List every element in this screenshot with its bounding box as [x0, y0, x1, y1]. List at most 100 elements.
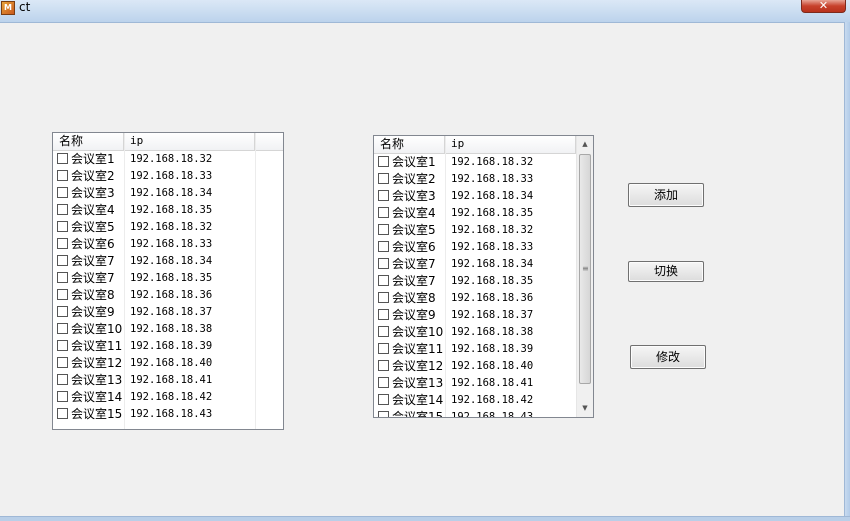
row-name-cell: 会议室12	[374, 357, 445, 374]
row-name-cell: 会议室14	[53, 388, 124, 405]
row-checkbox[interactable]	[57, 357, 68, 368]
row-checkbox[interactable]	[378, 309, 389, 320]
column-header-name[interactable]: 名称	[53, 133, 124, 150]
row-name-cell: 会议室9	[374, 306, 445, 323]
row-name: 会议室10	[392, 325, 444, 339]
scrollbar-thumb[interactable]: ≡	[579, 154, 591, 384]
table-row[interactable]: 会议室11 192.168.18.39	[53, 337, 255, 354]
table-row[interactable]: 会议室11 192.168.18.39	[374, 340, 576, 357]
table-row[interactable]: 会议室12 192.168.18.40	[53, 354, 255, 371]
row-checkbox[interactable]	[378, 275, 389, 286]
row-checkbox[interactable]	[378, 394, 389, 405]
row-checkbox[interactable]	[57, 170, 68, 181]
table-row[interactable]: 会议室15 192.168.18.43	[374, 408, 576, 417]
row-checkbox[interactable]	[57, 306, 68, 317]
table-row[interactable]: 会议室14 192.168.18.42	[374, 391, 576, 408]
table-row[interactable]: 会议室13 192.168.18.41	[374, 374, 576, 391]
row-checkbox[interactable]	[378, 241, 389, 252]
table-row[interactable]: 会议室8 192.168.18.36	[53, 286, 255, 303]
row-checkbox[interactable]	[57, 289, 68, 300]
column-header-filler	[255, 133, 283, 150]
table-row[interactable]: 会议室7 192.168.18.35	[374, 272, 576, 289]
device-list-right[interactable]: 名称 ip 会议室1 192.168.18.32 会议室2 192.168.18.33…	[373, 135, 594, 418]
table-row[interactable]: 会议室8 192.168.18.36	[374, 289, 576, 306]
row-checkbox[interactable]	[378, 207, 389, 218]
table-row[interactable]: 会议室10 192.168.18.38	[374, 323, 576, 340]
row-checkbox[interactable]	[57, 255, 68, 266]
table-row[interactable]: 会议室1 192.168.18.32	[53, 150, 255, 167]
row-checkbox[interactable]	[57, 238, 68, 249]
row-ip: 192.168.18.32	[130, 152, 213, 165]
switch-button[interactable]: 切换	[628, 261, 704, 282]
table-row[interactable]: 会议室3 192.168.18.34	[53, 184, 255, 201]
row-checkbox[interactable]	[378, 258, 389, 269]
row-checkbox[interactable]	[378, 326, 389, 337]
row-checkbox[interactable]	[57, 391, 68, 402]
table-row[interactable]: 会议室6 192.168.18.33	[374, 238, 576, 255]
vertical-scrollbar[interactable]: ▲ ≡ ▼	[576, 136, 593, 417]
row-checkbox[interactable]	[378, 156, 389, 167]
table-row[interactable]: 会议室13 192.168.18.41	[53, 371, 255, 388]
scroll-down-arrow-icon[interactable]: ▼	[577, 400, 593, 417]
table-row[interactable]: 会议室7 192.168.18.34	[374, 255, 576, 272]
row-name-cell: 会议室10	[374, 323, 445, 340]
table-row[interactable]: 会议室12 192.168.18.40	[374, 357, 576, 374]
row-checkbox[interactable]	[378, 173, 389, 184]
row-ip: 192.168.18.32	[451, 155, 534, 168]
row-checkbox[interactable]	[378, 190, 389, 201]
table-row[interactable]: 会议室7 192.168.18.34	[53, 252, 255, 269]
column-header-name[interactable]: 名称	[374, 136, 445, 153]
row-checkbox[interactable]	[57, 153, 68, 164]
row-name: 会议室13	[392, 376, 444, 390]
row-ip: 192.168.18.34	[451, 257, 534, 270]
row-checkbox[interactable]	[378, 292, 389, 303]
scroll-up-arrow-icon[interactable]: ▲	[577, 136, 593, 153]
table-row[interactable]: 会议室5 192.168.18.32	[374, 221, 576, 238]
table-row[interactable]: 会议室10 192.168.18.38	[53, 320, 255, 337]
row-ip: 192.168.18.37	[130, 305, 213, 318]
row-name: 会议室11	[392, 342, 444, 356]
column-header-ip[interactable]: ip	[445, 136, 576, 153]
table-row[interactable]: 会议室5 192.168.18.32	[53, 218, 255, 235]
table-row[interactable]: 会议室1 192.168.18.32	[374, 153, 576, 170]
row-checkbox[interactable]	[57, 221, 68, 232]
row-checkbox[interactable]	[57, 340, 68, 351]
row-name: 会议室7	[392, 274, 436, 288]
table-row[interactable]: 会议室9 192.168.18.37	[53, 303, 255, 320]
add-button[interactable]: 添加	[628, 183, 704, 207]
row-ip: 192.168.18.40	[130, 356, 213, 369]
row-checkbox[interactable]	[378, 377, 389, 388]
window-frame-bottom[interactable]	[0, 516, 850, 521]
table-row[interactable]: 会议室4 192.168.18.35	[374, 204, 576, 221]
row-name: 会议室12	[71, 356, 123, 370]
table-row[interactable]: 会议室14 192.168.18.42	[53, 388, 255, 405]
table-row[interactable]: 会议室9 192.168.18.37	[374, 306, 576, 323]
table-row[interactable]: 会议室2 192.168.18.33	[53, 167, 255, 184]
row-checkbox[interactable]	[57, 272, 68, 283]
row-checkbox[interactable]	[378, 343, 389, 354]
row-name-cell: 会议室7	[53, 252, 124, 269]
row-checkbox[interactable]	[378, 411, 389, 417]
close-button[interactable]: ✕	[801, 0, 846, 13]
row-checkbox[interactable]	[57, 323, 68, 334]
table-row[interactable]: 会议室7 192.168.18.35	[53, 269, 255, 286]
row-checkbox[interactable]	[378, 224, 389, 235]
table-row[interactable]: 会议室15 192.168.18.43	[53, 405, 255, 422]
table-row[interactable]: 会议室4 192.168.18.35	[53, 201, 255, 218]
column-header-ip[interactable]: ip	[124, 133, 255, 150]
row-checkbox[interactable]	[378, 360, 389, 371]
window-frame-right[interactable]	[844, 22, 850, 521]
row-name-cell: 会议室11	[374, 340, 445, 357]
row-checkbox[interactable]	[57, 374, 68, 385]
row-checkbox[interactable]	[57, 187, 68, 198]
table-row[interactable]: 会议室3 192.168.18.34	[374, 187, 576, 204]
row-ip: 192.168.18.39	[451, 342, 534, 355]
row-name: 会议室4	[71, 203, 115, 217]
table-row[interactable]: 会议室2 192.168.18.33	[374, 170, 576, 187]
row-checkbox[interactable]	[57, 204, 68, 215]
row-checkbox[interactable]	[57, 408, 68, 419]
device-list-left[interactable]: 名称 ip 会议室1 192.168.18.32 会议室2 192.168.18.33…	[52, 132, 284, 430]
row-name-cell: 会议室8	[374, 289, 445, 306]
edit-button[interactable]: 修改	[630, 345, 706, 369]
table-row[interactable]: 会议室6 192.168.18.33	[53, 235, 255, 252]
